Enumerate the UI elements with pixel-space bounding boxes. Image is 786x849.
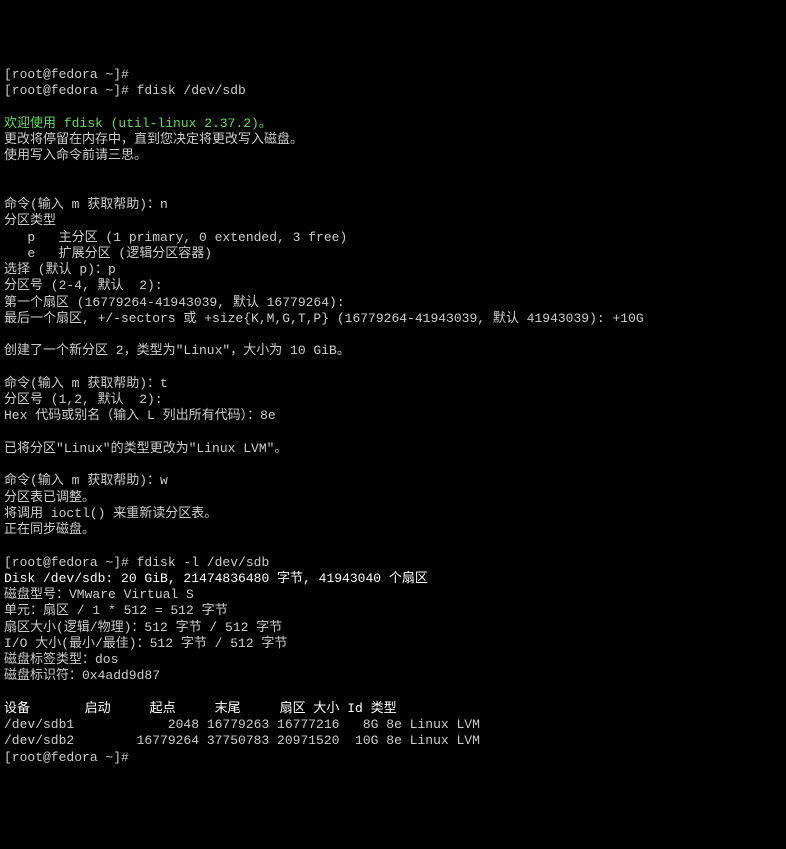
line: 使用写入命令前请三思。 — [4, 148, 147, 163]
line: [root@fedora ~]# — [4, 67, 129, 82]
line: 单元：扇区 / 1 * 512 = 512 字节 — [4, 603, 228, 618]
line: 命令(输入 m 获取帮助)：w — [4, 473, 168, 488]
line: 磁盘标识符：0x4add9d87 — [4, 668, 160, 683]
line: 分区号 (1,2, 默认 2): — [4, 392, 163, 407]
line: Hex 代码或别名（输入 L 列出所有代码）：8e — [4, 408, 276, 423]
line: [root@fedora ~]# fdisk /dev/sdb — [4, 83, 246, 98]
table-row: /dev/sdb1 2048 16779263 16777216 8G 8e L… — [4, 717, 480, 732]
line: 磁盘型号：VMware Virtual S — [4, 587, 194, 602]
line: 第一个扇区 (16779264-41943039, 默认 16779264): — [4, 295, 345, 310]
prompt-line: [root@fedora ~]# — [4, 750, 129, 765]
line: 将调用 ioctl() 来重新读分区表。 — [4, 506, 217, 521]
line: 扇区大小(逻辑/物理)：512 字节 / 512 字节 — [4, 620, 282, 635]
line: 最后一个扇区, +/-sectors 或 +size{K,M,G,T,P} (1… — [4, 311, 644, 326]
line: 正在同步磁盘。 — [4, 522, 95, 537]
table-header: 设备 启动 起点 末尾 扇区 大小 Id 类型 — [4, 701, 397, 716]
line: p 主分区 (1 primary, 0 extended, 3 free) — [4, 230, 347, 245]
terminal[interactable]: [root@fedora ~]# [root@fedora ~]# fdisk … — [0, 65, 786, 768]
line: 分区号 (2-4, 默认 2): — [4, 278, 163, 293]
line: 已将分区"Linux"的类型更改为"Linux LVM"。 — [4, 441, 287, 456]
line: 更改将停留在内存中，直到您决定将更改写入磁盘。 — [4, 132, 303, 147]
line: I/O 大小(最小/最佳)：512 字节 / 512 字节 — [4, 636, 287, 651]
line: 创建了一个新分区 2，类型为"Linux"，大小为 10 GiB。 — [4, 343, 350, 358]
line: 命令(输入 m 获取帮助)：n — [4, 197, 168, 212]
line: 选择 (默认 p)：p — [4, 262, 116, 277]
table-row: /dev/sdb2 16779264 37750783 20971520 10G… — [4, 733, 480, 748]
disk-header-line: Disk /dev/sdb: 20 GiB, 21474836480 字节, 4… — [4, 571, 428, 586]
line: 分区类型 — [4, 213, 56, 228]
welcome-line: 欢迎使用 fdisk (util-linux 2.37.2)。 — [4, 116, 272, 131]
line: 分区表已调整。 — [4, 490, 95, 505]
line: [root@fedora ~]# fdisk -l /dev/sdb — [4, 555, 269, 570]
line: 磁盘标签类型：dos — [4, 652, 118, 667]
line: e 扩展分区 (逻辑分区容器) — [4, 246, 212, 261]
line: 命令(输入 m 获取帮助)：t — [4, 376, 168, 391]
